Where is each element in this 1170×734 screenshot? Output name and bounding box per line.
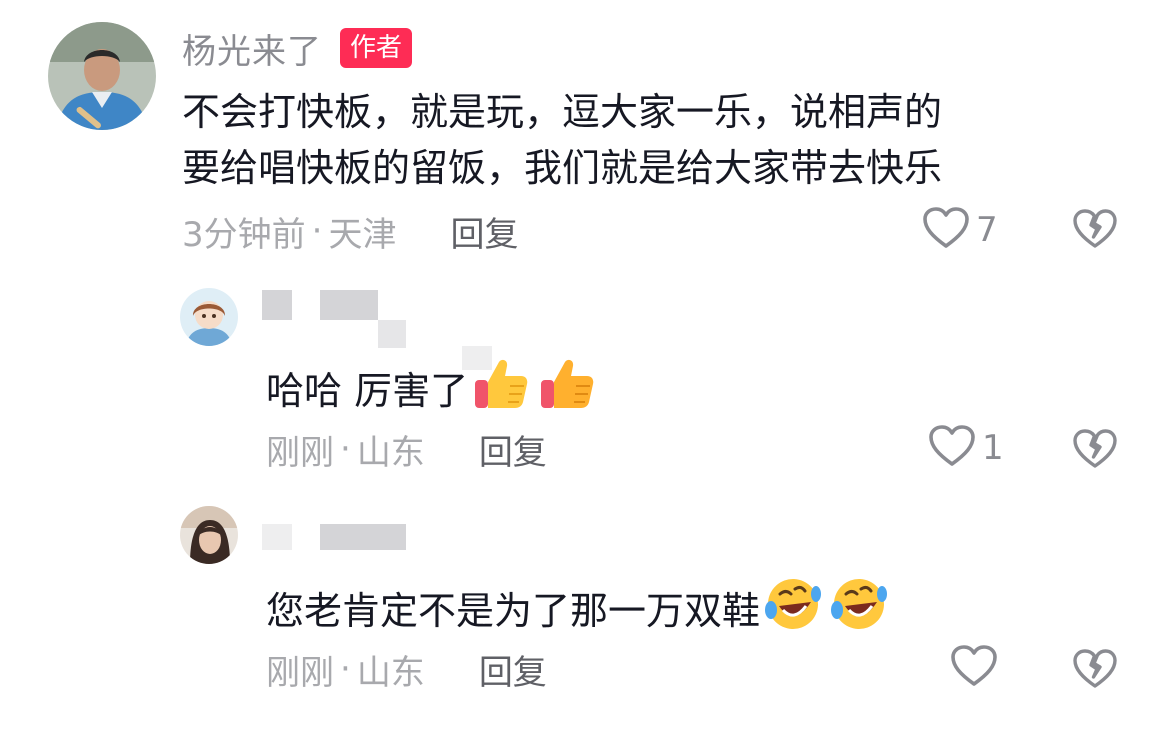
meta-separator: ·: [311, 211, 323, 251]
author-badge: 作者: [340, 28, 413, 68]
heart-icon: [922, 206, 970, 254]
meta-separator: ·: [340, 429, 351, 469]
blurred-username: [320, 290, 378, 320]
broken-heart-icon: [1072, 649, 1118, 694]
comment-author-name[interactable]: 杨光来了: [182, 24, 322, 73]
blurred-username: [378, 320, 406, 348]
broken-heart-icon: [1072, 429, 1118, 474]
reply-time: 刚刚: [266, 652, 334, 693]
reply-text: 哈哈 厉害了: [266, 356, 596, 425]
heart-icon: [928, 424, 976, 472]
reply-time: 刚刚: [266, 432, 334, 473]
blurred-username: [262, 290, 292, 320]
meta-separator: ·: [340, 649, 351, 689]
reply-text: 您老肯定不是为了那一万双鞋: [266, 576, 888, 645]
reply-button[interactable]: 回复: [479, 425, 547, 474]
reply-location: 山东: [356, 652, 425, 693]
like-button[interactable]: [950, 644, 1004, 692]
dislike-button[interactable]: [1072, 648, 1118, 694]
heart-icon: [950, 644, 998, 692]
reply-button[interactable]: 回复: [479, 645, 547, 694]
thumbs-up-emoji: [538, 356, 596, 425]
dislike-button[interactable]: [1072, 208, 1118, 254]
like-count: 1: [982, 428, 1004, 468]
thumbs-up-emoji: [472, 356, 530, 425]
reply-location: 山东: [356, 432, 425, 473]
rolling-on-floor-laughing-emoji: [764, 576, 822, 645]
like-button[interactable]: 1: [928, 424, 1004, 472]
comment-text-line-2: 要给唱快板的留饭，我们就是给大家带去快乐: [182, 146, 943, 190]
author-avatar[interactable]: [48, 22, 156, 130]
blurred-username: [320, 524, 406, 550]
dislike-button[interactable]: [1072, 428, 1118, 474]
comment-location: 天津: [328, 214, 397, 255]
reply-button[interactable]: 回复: [450, 207, 518, 256]
rolling-on-floor-laughing-emoji: [830, 576, 888, 645]
reply-avatar[interactable]: [180, 506, 238, 564]
blurred-username: [262, 524, 292, 550]
comment-time: 3分钟前: [182, 214, 306, 255]
like-count: 7: [976, 210, 998, 250]
comment-text-line-1: 不会打快板，就是玩，逗大家一乐，说相声的: [182, 90, 943, 134]
like-button[interactable]: 7: [922, 206, 998, 254]
broken-heart-icon: [1072, 209, 1118, 254]
reply-avatar[interactable]: [180, 288, 238, 346]
